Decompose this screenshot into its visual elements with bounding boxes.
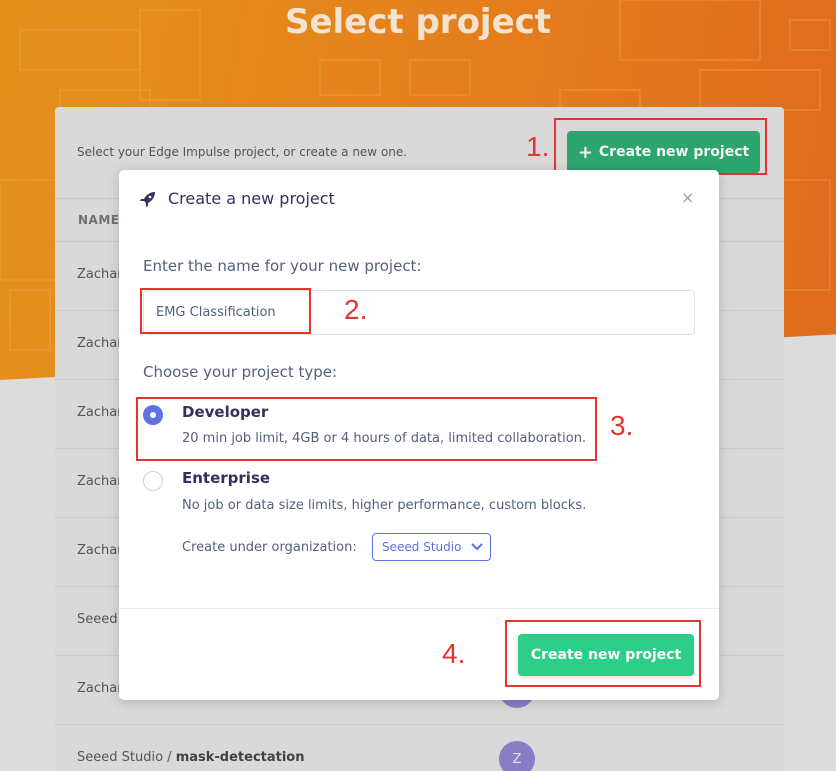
annotation-box-2 [140, 288, 311, 334]
row-owner: Zachar [77, 474, 123, 489]
enterprise-option-description: No job or data size limits, higher perfo… [182, 498, 587, 513]
annotation-box-1 [554, 118, 767, 175]
annotation-label-3: 3. [610, 410, 634, 441]
organization-select-value: Seeed Studio [382, 540, 462, 554]
row-owner: Zachar [77, 681, 123, 696]
organization-select[interactable]: Seeed Studio [372, 533, 491, 561]
column-header-name: NAME [78, 213, 120, 227]
enterprise-option-title: Enterprise [182, 469, 271, 487]
row-owner: Seeed Studio / mask-detectation [77, 750, 305, 765]
avatar: Z [499, 741, 535, 771]
annotation-label-4: 4. [442, 638, 466, 669]
modal-header: Create a new project × [119, 170, 719, 230]
annotation-box-3 [136, 397, 597, 461]
row-owner: Zachar [77, 267, 123, 282]
project-type-label: Choose your project type: [143, 363, 338, 381]
table-row[interactable]: Seeed Studio / mask-detectation Z [55, 725, 784, 771]
annotation-box-4 [505, 620, 701, 687]
row-owner: Zachar [77, 336, 123, 351]
card-description: Select your Edge Impulse project, or cre… [77, 145, 408, 159]
row-owner: Zachar [77, 405, 123, 420]
chevron-down-icon [471, 543, 484, 551]
project-name-label: Enter the name for your new project: [143, 257, 422, 275]
page-title: Select project [284, 2, 552, 42]
annotation-label-2: 2. [344, 294, 368, 325]
rocket-icon [140, 192, 155, 207]
close-icon[interactable]: × [681, 188, 694, 207]
row-project-name: mask-detectation [175, 750, 305, 765]
organization-label: Create under organization: [182, 540, 357, 555]
modal-title: Create a new project [168, 189, 335, 208]
enterprise-radio[interactable] [143, 471, 163, 491]
row-owner: Zachar [77, 543, 123, 558]
annotation-label-1: 1. [526, 131, 550, 162]
